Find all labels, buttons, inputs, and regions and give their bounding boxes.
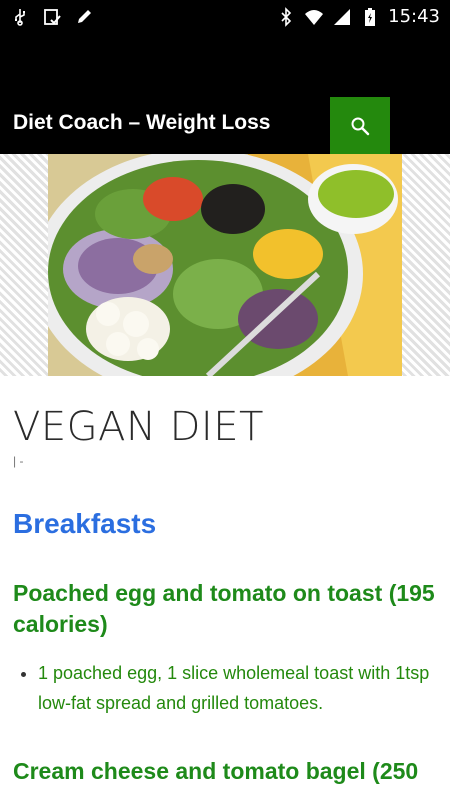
meal-title: Cream cheese and tomato bagel (250 — [13, 758, 419, 784]
app-bar: Diet Coach – Weight Loss — [0, 33, 450, 154]
bluetooth-icon — [276, 6, 296, 27]
list-item: 1 poached egg, 1 slice wholemeal toast w… — [38, 658, 437, 718]
wifi-icon — [304, 7, 324, 27]
featured-image-area — [0, 154, 450, 376]
signal-icon — [332, 7, 352, 27]
meal-title: Poached egg and tomato on toast (195 cal… — [13, 580, 435, 637]
search-icon — [351, 117, 370, 135]
battery-icon — [360, 7, 380, 27]
post-title: VEGAN DIET — [13, 404, 264, 450]
section-heading-breakfasts: Breakfasts — [13, 508, 157, 539]
clipboard-check-icon — [42, 7, 62, 27]
meal-ingredients-list: 1 poached egg, 1 slice wholemeal toast w… — [13, 658, 437, 718]
post-meta: | - — [13, 454, 24, 468]
status-bar: 15:43 — [0, 0, 450, 33]
search-button[interactable] — [330, 97, 390, 154]
status-time: 15:43 — [388, 6, 440, 27]
pencil-icon — [74, 7, 94, 27]
featured-image-salad — [48, 154, 402, 376]
app-title: Diet Coach – Weight Loss — [13, 111, 271, 134]
usb-icon — [10, 7, 30, 27]
post-content: VEGAN DIET | - Breakfasts Poached egg an… — [13, 376, 437, 787]
